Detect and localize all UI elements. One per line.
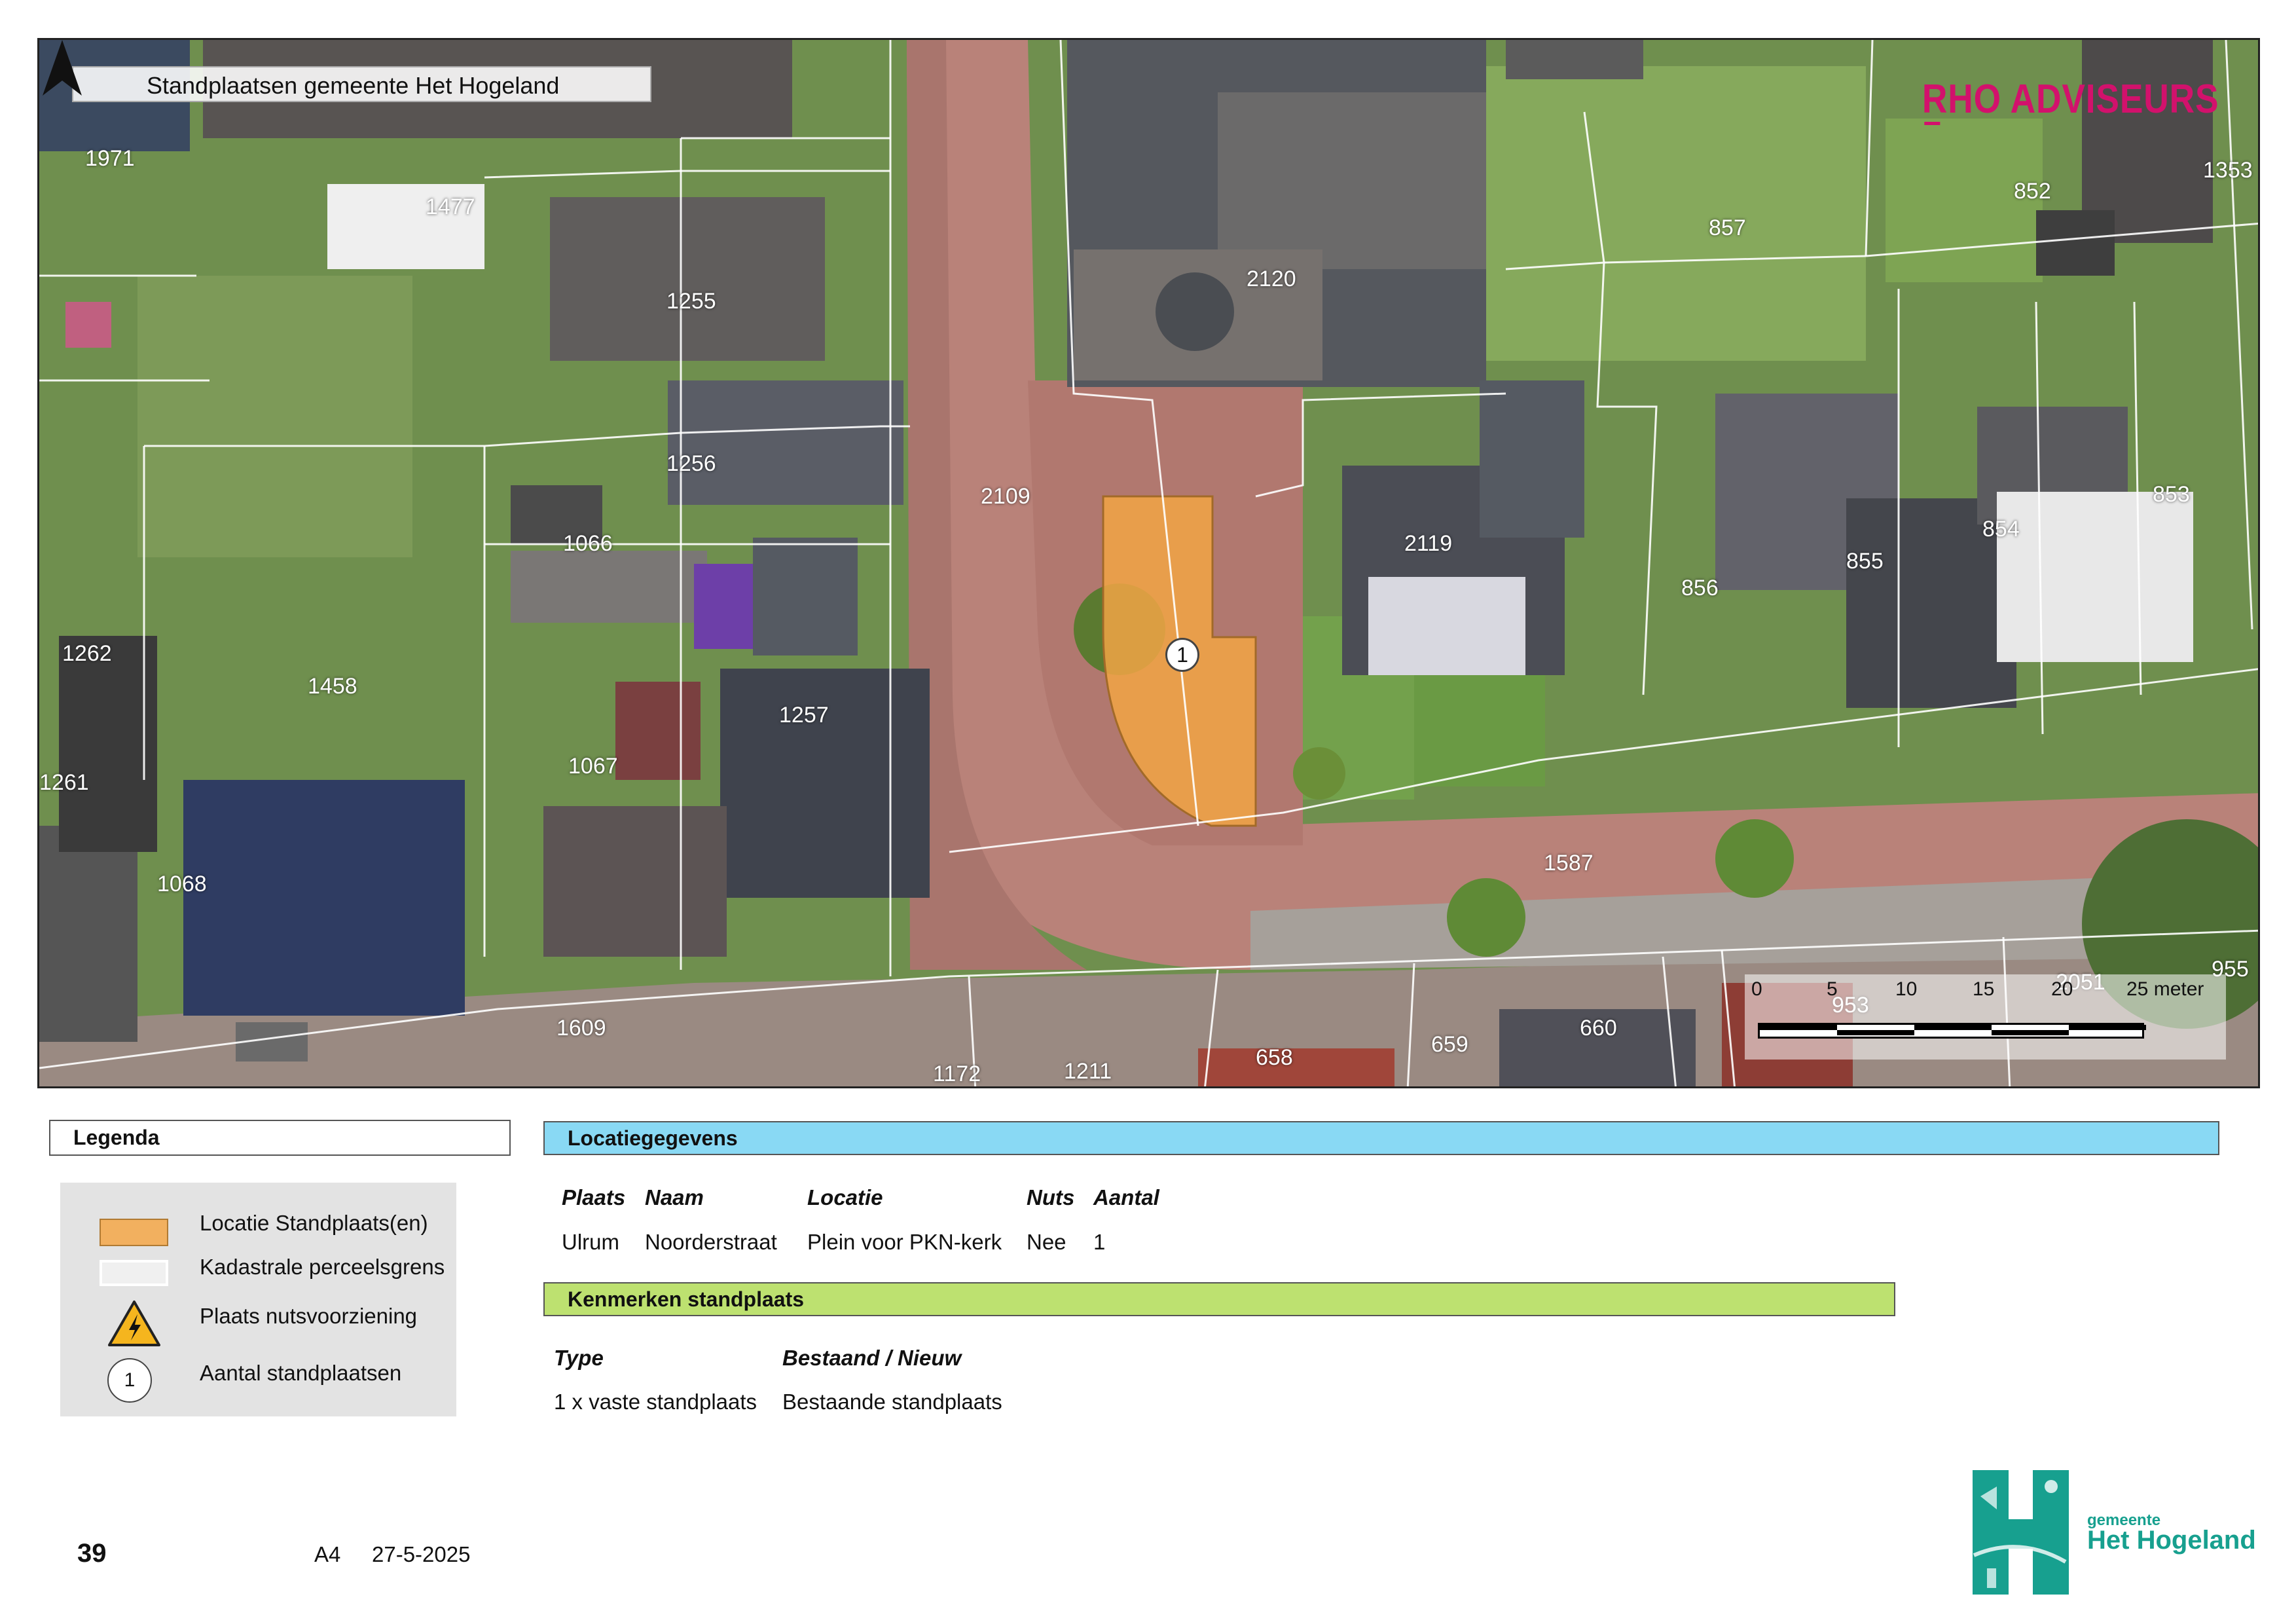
col-header: Nuts: [1027, 1185, 1075, 1209]
scale-tick: 15: [1973, 978, 1995, 1000]
scale-bar: 0 5 10 15 20 25 meter: [1745, 974, 2226, 1060]
legend-item: 1 Aantal standplaatsen: [60, 1354, 456, 1403]
parcel-number: 1609: [556, 1016, 606, 1041]
parcel-number: 857: [1709, 215, 1746, 240]
scale-tick: 10: [1895, 978, 1918, 1000]
parcel-number: 1477: [426, 194, 475, 219]
col-header: Type: [554, 1346, 604, 1370]
parcel-number: 2120: [1247, 267, 1296, 291]
cell-nuts: Nee: [1027, 1230, 1066, 1254]
legend-label: Locatie Standplaats(en): [200, 1211, 428, 1235]
cell-status: Bestaande standplaats: [782, 1390, 1002, 1414]
features-section-title: Kenmerken standplaats: [543, 1282, 1895, 1316]
parcel-number: 854: [1982, 517, 2020, 542]
legend-item: Kadastrale perceelsgrens: [60, 1248, 456, 1287]
col-header: Plaats: [562, 1185, 626, 1209]
parcel-number: 2119: [1404, 531, 1453, 556]
legend-label: Kadastrale perceelsgrens: [200, 1255, 445, 1279]
parcel-number: 1353: [2203, 158, 2253, 183]
parcel-number: 1067: [568, 754, 618, 779]
parcel-number: 1262: [62, 641, 112, 666]
scale-tick: 25 meter: [2126, 978, 2204, 1000]
parcel-number: 1066: [563, 531, 613, 556]
col-header: Aantal: [1093, 1185, 1159, 1209]
rho-adviseurs-logo: RHO ADVISEURS: [1922, 76, 2219, 125]
cell-naam: Noorderstraat: [645, 1230, 777, 1254]
map-title: Standplaatsen gemeente Het Hogeland: [72, 66, 651, 102]
col-header: Locatie: [807, 1185, 883, 1209]
col-header: Naam: [645, 1185, 704, 1209]
scale-tick: 5: [1827, 978, 1838, 1000]
paper-format: A4: [314, 1542, 341, 1566]
parcel-number: 856: [1681, 576, 1719, 600]
scale-tick: 20: [2051, 978, 2073, 1000]
parcel-number: 853: [2153, 482, 2190, 507]
parcel-number: 2109: [981, 484, 1030, 509]
document-date: 27-5-2025: [372, 1542, 471, 1566]
location-section-title: Locatiegegevens: [543, 1121, 2219, 1155]
aerial-photo: [39, 40, 2258, 1086]
legend-item: Locatie Standplaats(en): [60, 1204, 456, 1246]
cell-plaats: Ulrum: [562, 1230, 619, 1254]
parcel-boundary-swatch: [100, 1260, 168, 1286]
parcel-number: 1172: [933, 1061, 981, 1086]
cell-aantal: 1: [1093, 1230, 1106, 1254]
cell-type: 1 x vaste standplaats: [554, 1390, 757, 1414]
parcel-number: 1971: [85, 146, 135, 171]
parcel-number: 659: [1431, 1032, 1468, 1057]
parcel-number: 1458: [308, 674, 357, 699]
parcel-number: 1261: [39, 770, 89, 795]
het-hogeland-logo-icon: [1973, 1470, 2069, 1595]
scale-tick: 0: [1751, 978, 1762, 1000]
numbered-circle-icon: 1: [107, 1358, 152, 1403]
parcel-number: 1587: [1544, 851, 1594, 876]
parcel-number: 1257: [779, 703, 829, 728]
north-arrow-icon: [43, 40, 82, 96]
parcel-number: 1256: [666, 451, 716, 476]
parcel-number: 852: [2014, 179, 2051, 204]
parcel-number: 855: [1846, 549, 1884, 574]
standplaats-count-marker[interactable]: 1: [1165, 638, 1199, 672]
cell-locatie: Plein voor PKN-kerk: [807, 1230, 1002, 1254]
municipality-name: Het Hogeland: [2087, 1526, 2256, 1555]
legend-label: Plaats nutsvoorziening: [200, 1304, 418, 1328]
map-view[interactable]: Standplaatsen gemeente Het Hogeland RHO …: [37, 38, 2260, 1088]
parcel-number: 1068: [157, 872, 207, 896]
parcel-number: 1211: [1064, 1059, 1112, 1084]
legend-box: Locatie Standplaats(en) Kadastrale perce…: [60, 1183, 456, 1416]
orange-area-swatch: [100, 1219, 168, 1246]
parcel-number: 660: [1580, 1016, 1617, 1041]
page-number: 39: [77, 1539, 107, 1568]
legend-item: Plaats nutsvoorziening: [60, 1297, 456, 1346]
scale-bar-graphic: [1758, 1023, 2146, 1039]
legend-label: Aantal standplaatsen: [200, 1361, 402, 1385]
lightning-warning-icon: [108, 1301, 160, 1346]
parcel-number: 658: [1256, 1045, 1293, 1070]
col-header: Bestaand / Nieuw: [782, 1346, 962, 1370]
legend-title: Legenda: [49, 1120, 511, 1156]
parcel-number: 1255: [666, 289, 716, 314]
